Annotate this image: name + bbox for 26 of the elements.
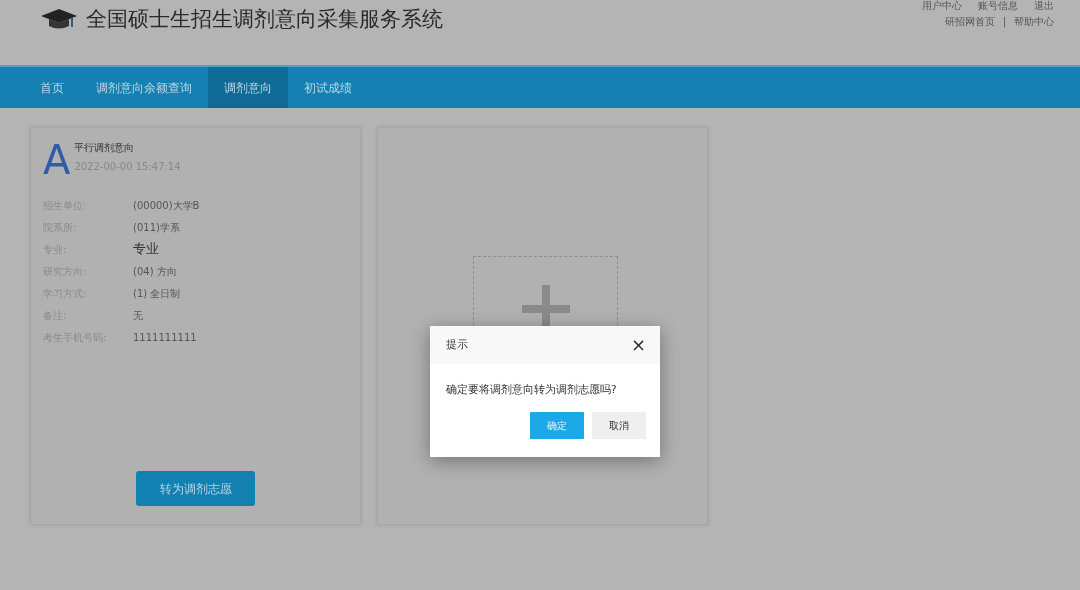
field-value: (1) 全日制: [133, 286, 181, 301]
header-link[interactable]: 用户中心: [922, 0, 962, 12]
cancel-button[interactable]: 取消: [592, 411, 646, 439]
intent-letter: A: [43, 140, 71, 180]
dialog-title: 提示: [446, 336, 468, 353]
field-value: 无: [133, 308, 143, 323]
link-separator: |: [1002, 16, 1006, 28]
header-link[interactable]: 研招网首页: [944, 16, 995, 28]
header-link[interactable]: 退出: [1034, 0, 1054, 12]
nav-tab[interactable]: 调剂意向: [208, 67, 288, 108]
nav-tab[interactable]: 首页: [24, 67, 80, 108]
field-value: 1111111111: [133, 330, 197, 345]
confirm-button[interactable]: 确定: [530, 411, 584, 439]
field-value: (011)学系: [133, 220, 180, 235]
nav-tab[interactable]: 调剂意向余额查询: [80, 67, 208, 108]
convert-button[interactable]: 转为调剂志愿: [136, 471, 255, 506]
card-title: 平行调剂意向: [74, 141, 136, 155]
field-value: (04) 方向: [133, 264, 177, 279]
nav-tab[interactable]: 初试成绩: [288, 67, 368, 108]
field-value: (00000)大学B: [133, 198, 200, 213]
header-link[interactable]: 账号信息: [978, 0, 1018, 12]
field-value: 专业: [133, 240, 159, 259]
dialog-message: 确定要将调剂意向转为调剂志愿吗?: [445, 382, 618, 397]
header-link[interactable]: 帮助中心: [1014, 16, 1054, 28]
close-button[interactable]: ×: [630, 336, 646, 354]
site-title: 全国硕士生招生调剂意向采集服务系统: [86, 6, 443, 33]
